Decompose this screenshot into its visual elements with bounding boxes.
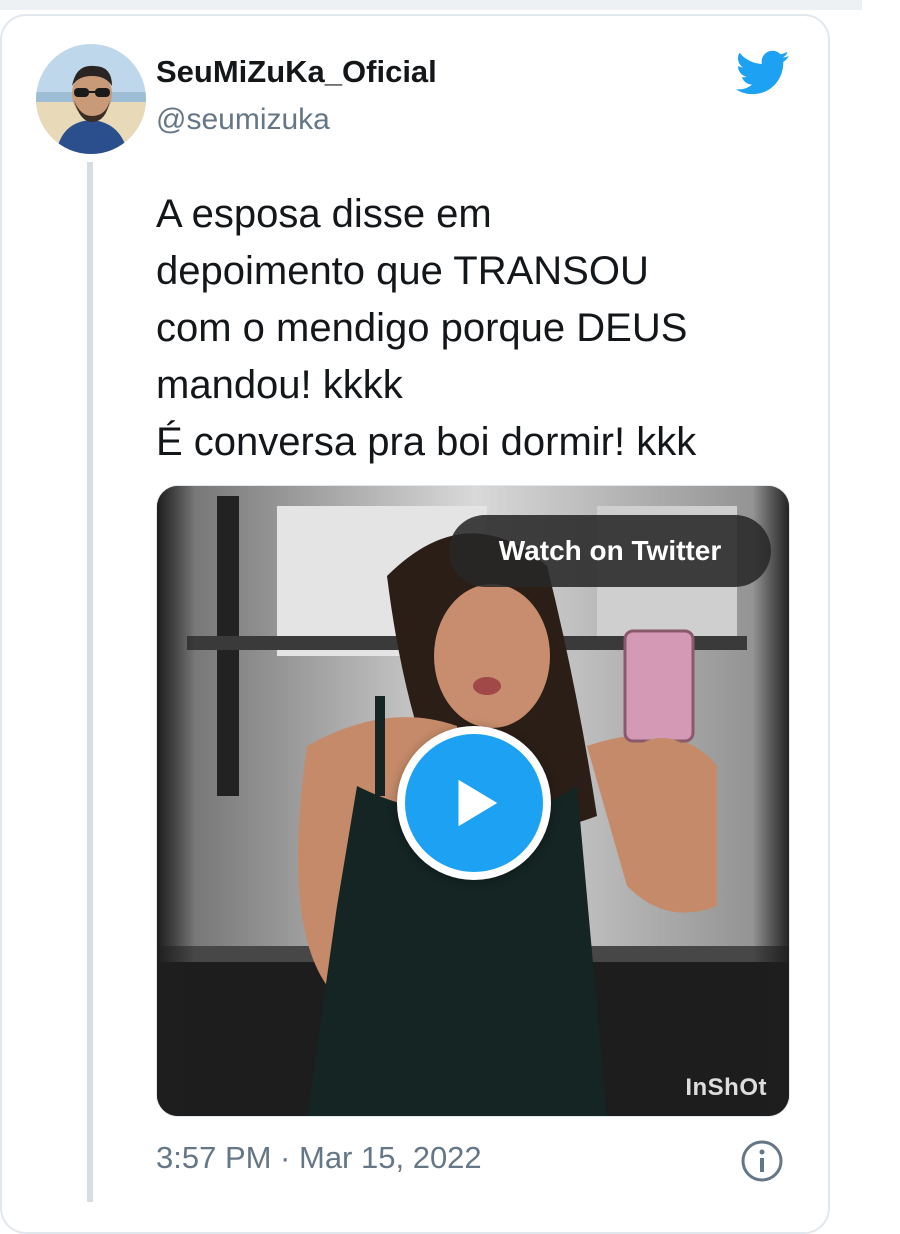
inshot-watermark: InShOt — [685, 1074, 767, 1101]
tweet-text: A esposa disse em depoimento que TRANSOU… — [156, 186, 816, 471]
avatar[interactable] — [36, 44, 146, 154]
watch-on-twitter-button[interactable]: Watch on Twitter — [449, 515, 771, 587]
tweet-timestamp[interactable]: 3:57 PM · Mar 15, 2022 — [156, 1140, 482, 1176]
info-icon[interactable] — [740, 1139, 784, 1183]
tweet-text-line: É conversa pra boi dormir! kkk — [156, 420, 697, 464]
thread-line — [87, 162, 93, 1202]
play-button[interactable] — [397, 726, 551, 880]
video-thumbnail[interactable]: Watch on Twitter InShOt — [156, 485, 790, 1117]
tweet-text-line: com o mendigo porque DEUS — [156, 306, 688, 350]
author-display-name[interactable]: SeuMiZuKa_Oficial — [156, 54, 437, 90]
twitter-bird-icon[interactable] — [735, 50, 790, 96]
tweet-text-line: depoimento que TRANSOU — [156, 249, 649, 293]
play-icon — [458, 779, 498, 827]
tweet-text-line: mandou! kkkk — [156, 363, 403, 407]
tweet-text-line: A esposa disse em — [156, 192, 492, 236]
author-handle[interactable]: @seumizuka — [156, 103, 330, 137]
top-strip — [0, 0, 862, 10]
